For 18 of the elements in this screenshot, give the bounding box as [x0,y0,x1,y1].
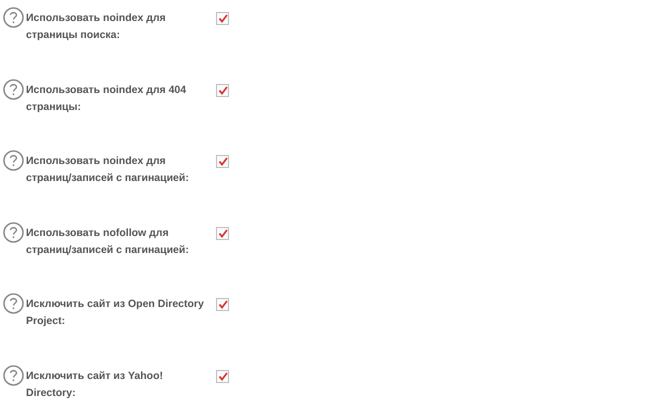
help-icon[interactable] [3,78,24,100]
checkbox[interactable] [216,155,229,168]
option-label: Исключить сайт из Yahoo! Directory: [26,368,164,400]
checkbox[interactable] [216,298,229,311]
checkbox[interactable] [216,226,229,240]
option-label: Использовать noindex для страниц/записей с пагинацией: [26,154,190,186]
option-label: Использовать noindex для 404 страницы: [26,82,188,114]
help-icon[interactable] [3,7,24,28]
checkbox[interactable] [216,12,229,25]
option-label: Исключить сайт из Open Directory Project: [26,297,205,329]
help-icon[interactable] [3,364,24,386]
help-icon[interactable] [3,293,24,314]
help-icon[interactable] [3,150,24,171]
option-label: Использовать nofollow для страниц/записей с пагинацией: [26,226,190,258]
checkbox[interactable] [216,84,229,96]
checkbox[interactable] [216,370,229,382]
option-label: Использовать noindex для страницы поиска: [26,11,167,43]
help-icon[interactable] [3,222,24,242]
